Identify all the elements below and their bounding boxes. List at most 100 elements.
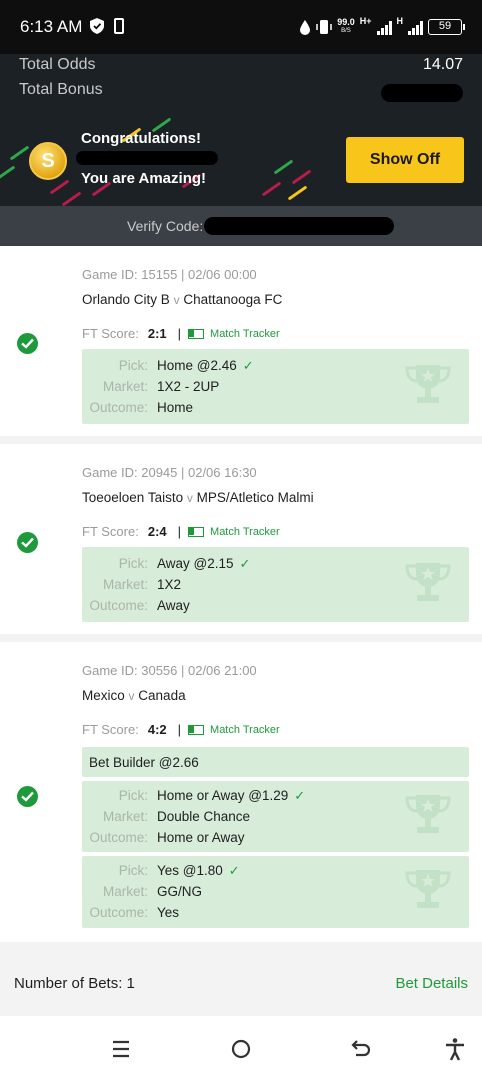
pick-label: Pick: [118, 863, 148, 878]
vs-label: v [186, 491, 193, 505]
match-teams: Toeoeloen Taisto v MPS/Atletico Malmi [82, 490, 314, 505]
signal-icon [376, 19, 392, 35]
outcome-value: Yes [157, 905, 180, 920]
bet-card: Game ID: 15155 | 02/06 00:00 Orlando Cit… [0, 246, 482, 436]
ft-score-label: FT Score: [82, 524, 139, 539]
bet-builder-label: Bet Builder @2.66 [82, 747, 469, 777]
ft-score-row: FT Score: 4:2 | Match Tracker [82, 722, 280, 737]
vs-label: v [128, 689, 135, 703]
outcome-label: Outcome: [89, 830, 148, 845]
bet-card: Game ID: 30556 | 02/06 21:00 Mexico v Ca… [0, 642, 482, 942]
market-value: 1X2 - 2UP [157, 379, 220, 394]
outcome-value: Away [157, 598, 190, 613]
confetti [61, 191, 82, 206]
total-odds-value: 14.07 [422, 56, 463, 73]
market-label: Market: [102, 577, 148, 592]
ft-score-row: FT Score: 2:1 | Match Tracker [82, 326, 280, 341]
match-tracker-link[interactable]: Match Tracker [210, 724, 280, 736]
market-label: Market: [102, 809, 148, 824]
verify-code-bar: Verify Code: [0, 206, 482, 246]
market-value: 1X2 [157, 577, 182, 592]
pick-text: Yes @1.80 [157, 863, 223, 878]
trophy-icon [405, 870, 451, 908]
ft-score-label: FT Score: [82, 326, 139, 341]
won-check-icon [17, 786, 38, 807]
bet-details-link[interactable]: Bet Details [395, 975, 468, 992]
ft-score-value: 2:4 [147, 524, 167, 539]
total-bonus-label: Total Bonus [19, 81, 103, 98]
number-of-bets: Number of Bets: 1 [14, 975, 135, 992]
match-tracker-link[interactable]: Match Tracker [210, 328, 280, 340]
check-icon: ✓ [239, 556, 251, 571]
won-check-icon [17, 532, 38, 553]
amazing-text: You are Amazing! [81, 170, 207, 187]
congrats-text: Congratulations! [81, 130, 201, 147]
back-icon[interactable] [349, 1037, 373, 1061]
outcome-label: Outcome: [89, 598, 148, 613]
pick-value: Home @2.46 ✓ [157, 358, 254, 374]
status-time: 6:13 AM [20, 17, 83, 36]
home-icon[interactable] [229, 1037, 253, 1061]
match-teams: Orlando City B v Chattanooga FC [82, 292, 282, 307]
pick-box: Pick: Home or Away @1.29 ✓ Market: Double C… [82, 781, 469, 852]
check-icon: ✓ [294, 788, 306, 803]
market-label: Market: [102, 379, 148, 394]
match-tracker-link[interactable]: Match Tracker [210, 526, 280, 538]
home-team: Mexico [82, 688, 125, 703]
check-icon: ✓ [228, 863, 240, 878]
pick-text: Home @2.46 [157, 358, 237, 373]
coin-icon: S [29, 142, 67, 180]
bet-footer: Number of Bets: 1 Bet Details [0, 950, 482, 1016]
separator: | [177, 524, 182, 539]
shield-icon [90, 18, 104, 34]
redacted-username [76, 151, 218, 165]
signal-icon-2 [408, 19, 423, 35]
game-id: Game ID: 30556 | 02/06 21:00 [82, 663, 257, 678]
accessibility-icon[interactable] [443, 1037, 467, 1061]
confetti [49, 179, 70, 195]
match-tracker-icon[interactable] [188, 526, 205, 537]
trophy-icon [405, 563, 451, 601]
total-bonus-row: Total Bonus [19, 81, 463, 103]
vibrate-icon [316, 20, 332, 34]
network-type-2: H [396, 16, 404, 26]
pick-text: Away @2.15 [157, 556, 234, 571]
sim-icon [114, 18, 124, 34]
pick-box: Pick: Yes @1.80 ✓ Market: GG/NG Outcome: Yes [82, 856, 469, 928]
pick-label: Pick: [118, 556, 148, 571]
pick-text: Home or Away @1.29 [157, 788, 289, 803]
ft-score-row: FT Score: 2:4 | Match Tracker [82, 524, 280, 539]
home-team: Orlando City B [82, 292, 170, 307]
match-tracker-icon[interactable] [188, 328, 205, 339]
data-saver-icon [300, 20, 311, 35]
match-teams: Mexico v Canada [82, 688, 186, 703]
match-tracker-icon[interactable] [188, 724, 205, 735]
pick-box: Pick: Away @2.15 ✓ Market: 1X2 Outcome: Away [82, 547, 469, 622]
pick-value: Home or Away @1.29 ✓ [157, 788, 305, 804]
pick-value: Away @2.15 ✓ [157, 556, 250, 572]
confetti [287, 185, 308, 201]
home-team: Toeoeloen Taisto [82, 490, 184, 505]
confetti [291, 169, 312, 185]
recent-apps-icon[interactable] [109, 1037, 133, 1061]
redacted-verify-code [204, 217, 394, 235]
game-id: Game ID: 15155 | 02/06 00:00 [82, 267, 257, 282]
total-odds-label: Total Odds [19, 56, 96, 73]
show-off-button[interactable]: Show Off [346, 137, 464, 183]
pick-label: Pick: [118, 788, 148, 803]
pick-box: Pick: Home @2.46 ✓ Market: 1X2 - 2UP Outcom… [82, 349, 469, 424]
market-value: GG/NG [157, 884, 203, 899]
trophy-icon [405, 365, 451, 403]
pick-label: Pick: [118, 358, 148, 373]
away-team: Chattanooga FC [183, 292, 283, 307]
away-team: Canada [138, 688, 186, 703]
outcome-label: Outcome: [89, 400, 148, 415]
confetti [9, 145, 30, 161]
outcome-label: Outcome: [89, 905, 148, 920]
confetti [0, 165, 16, 181]
ft-score-value: 4:2 [147, 722, 167, 737]
away-team: MPS/Atletico Malmi [196, 490, 314, 505]
outcome-value: Home [157, 400, 194, 415]
check-icon: ✓ [242, 358, 254, 373]
ft-score-value: 2:1 [147, 326, 167, 341]
